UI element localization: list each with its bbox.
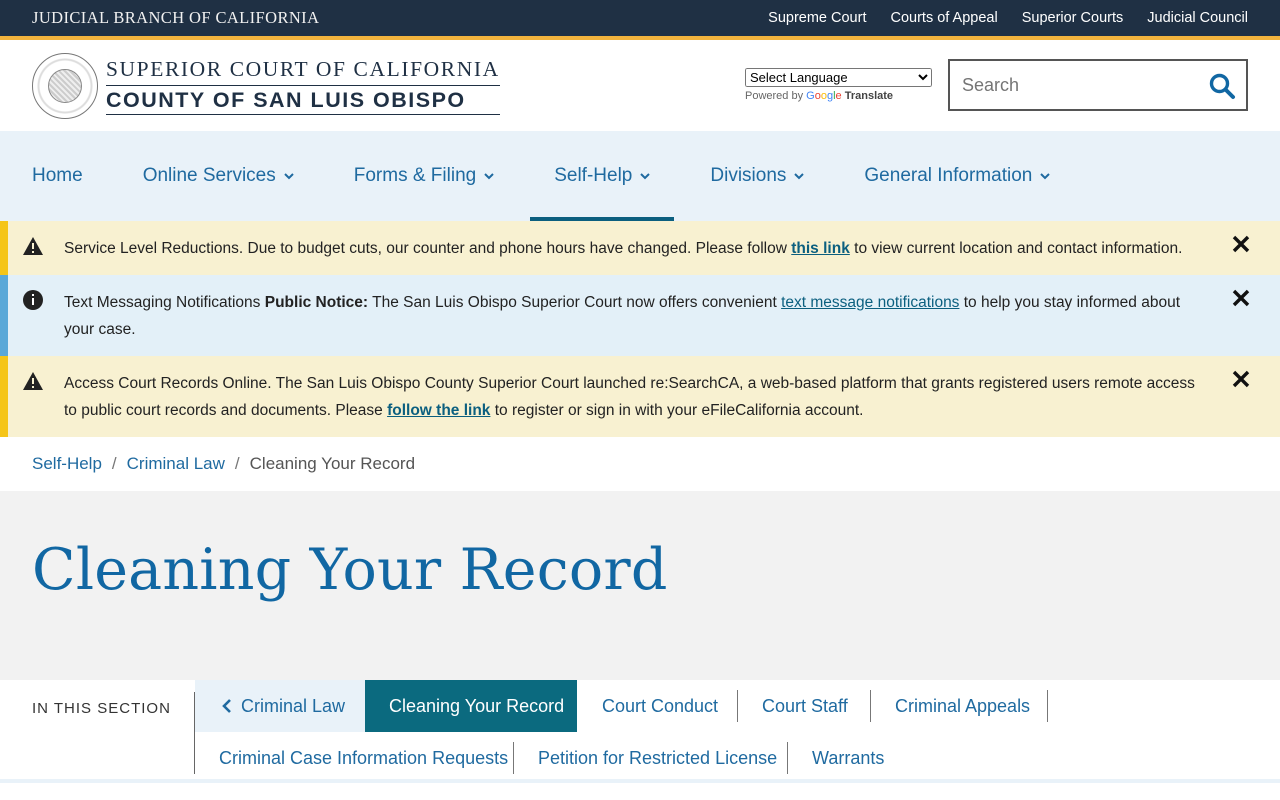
- info-icon: [23, 290, 43, 310]
- alert-this-link[interactable]: this link: [791, 240, 850, 257]
- tab-label: Warrants: [812, 747, 885, 768]
- nav-divisions[interactable]: Divisions: [686, 131, 828, 221]
- tab-label: Cleaning Your Record: [389, 695, 565, 716]
- link-judicial-council[interactable]: Judicial Council: [1147, 10, 1248, 26]
- nav-general-information[interactable]: General Information: [840, 131, 1074, 221]
- google-logo: Google: [806, 90, 842, 102]
- nav-forms-filing-label: Forms & Filing: [353, 165, 477, 186]
- nav-online-services[interactable]: Online Services: [119, 131, 318, 221]
- nav-general-information-label: General Information: [864, 165, 1033, 186]
- language-select[interactable]: Select Language: [745, 68, 932, 87]
- tab-label: Court Conduct: [602, 695, 719, 716]
- link-superior-courts[interactable]: Superior Courts: [1022, 10, 1124, 26]
- chevron-down-icon: [1040, 173, 1051, 180]
- tab-label: Petition for Restricted License: [538, 747, 778, 768]
- close-icon[interactable]: [1230, 287, 1252, 309]
- alert-text-after: to view current location and contact inf…: [849, 240, 1183, 257]
- nav-self-help-label: Self-Help: [554, 165, 633, 186]
- tab-label: Criminal Appeals: [895, 695, 1031, 716]
- translate-link[interactable]: Translate: [845, 90, 893, 102]
- warning-icon: [23, 237, 43, 255]
- court-name-logo[interactable]: SUPERIOR COURT OF CALIFORNIA COUNTY OF S…: [106, 57, 500, 115]
- page-title-band: Cleaning Your Record: [0, 491, 1280, 680]
- section-nav-bottom-rule: [0, 779, 1280, 783]
- main-nav: Home Online Services Forms & Filing Self…: [0, 131, 1280, 221]
- breadcrumb-separator: /: [234, 454, 240, 473]
- alert-text-message-link[interactable]: text message notifications: [781, 294, 959, 311]
- nav-home-label: Home: [32, 165, 83, 186]
- powered-by-google: Powered by Google Translate: [745, 90, 932, 102]
- tab-back-criminal-law[interactable]: Criminal Law: [195, 680, 365, 732]
- page-title: Cleaning Your Record: [32, 537, 668, 603]
- site-search: [948, 59, 1248, 111]
- chevron-down-icon: [794, 173, 805, 180]
- tab-petition-for-restricted-license[interactable]: Petition for Restricted License: [514, 732, 788, 784]
- section-nav-label: IN THIS SECTION: [32, 700, 171, 717]
- warning-icon: [23, 372, 43, 390]
- google-translate: Select Language Powered by Google Transl…: [745, 68, 932, 102]
- alert-follow-link[interactable]: follow the link: [387, 402, 490, 419]
- tab-label: Court Staff: [762, 695, 848, 716]
- breadcrumb-current: Cleaning Your Record: [249, 454, 416, 473]
- tab-criminal-case-information-requests[interactable]: Criminal Case Information Requests: [195, 732, 514, 784]
- close-icon[interactable]: [1230, 368, 1252, 390]
- alert-service-level-reductions: Service Level Reductions. Due to budget …: [0, 221, 1280, 275]
- site-header: SUPERIOR COURT OF CALIFORNIA COUNTY OF S…: [0, 40, 1280, 131]
- breadcrumb-separator: /: [111, 454, 117, 473]
- search-input[interactable]: [962, 74, 1202, 96]
- chevron-down-icon: [284, 173, 294, 180]
- tab-court-staff[interactable]: Court Staff: [738, 680, 871, 732]
- judicial-branch-title: JUDICIAL BRANCH OF CALIFORNIA: [32, 8, 320, 27]
- tab-cleaning-your-record[interactable]: Cleaning Your Record: [365, 680, 577, 732]
- nav-self-help[interactable]: Self-Help: [530, 131, 675, 221]
- court-name-line1: SUPERIOR COURT OF CALIFORNIA: [106, 57, 500, 86]
- alert-text: Service Level Reductions. Due to budget …: [64, 240, 792, 257]
- search-icon[interactable]: [1208, 72, 1236, 100]
- court-name-line2: COUNTY OF SAN LUIS OBISPO: [106, 86, 500, 115]
- tab-court-conduct[interactable]: Court Conduct: [578, 680, 738, 732]
- breadcrumb-criminal-law[interactable]: Criminal Law: [127, 454, 225, 474]
- breadcrumb: Self-Help / Criminal Law / Cleaning Your…: [0, 437, 1280, 491]
- chevron-left-icon: [222, 699, 231, 713]
- tab-warrants[interactable]: Warrants: [788, 732, 918, 784]
- close-icon[interactable]: [1230, 233, 1252, 255]
- judicial-branch-bar: JUDICIAL BRANCH OF CALIFORNIA Supreme Co…: [0, 0, 1280, 36]
- link-supreme-court[interactable]: Supreme Court: [768, 10, 866, 26]
- nav-divisions-label: Divisions: [710, 165, 787, 186]
- chevron-down-icon: [484, 173, 494, 180]
- alert-text-after: to register or sign in with your eFileCa…: [490, 402, 864, 419]
- tab-label: Criminal Case Information Requests: [219, 747, 509, 768]
- alert-public-notice: Public Notice:: [264, 294, 369, 311]
- alert-access-court-records: Access Court Records Online. The San Lui…: [0, 356, 1280, 437]
- breadcrumb-self-help[interactable]: Self-Help: [32, 454, 102, 474]
- section-nav: IN THIS SECTION Criminal Law Cleaning Yo…: [0, 680, 1280, 783]
- tab-back-label: Criminal Law: [241, 695, 346, 716]
- alert-text: The San Luis Obispo Superior Court now o…: [368, 294, 782, 311]
- judicial-links: Supreme Court Courts of Appeal Superior …: [768, 10, 1248, 26]
- powered-by-text: Powered by: [745, 90, 804, 102]
- nav-online-services-label: Online Services: [142, 165, 276, 186]
- chevron-down-icon: [640, 173, 651, 180]
- alert-title: Text Messaging Notifications: [64, 294, 265, 311]
- alert-text-messaging: Text Messaging Notifications Public Noti…: [0, 275, 1280, 356]
- tab-criminal-appeals[interactable]: Criminal Appeals: [871, 680, 1048, 732]
- court-seal-logo[interactable]: [32, 52, 98, 119]
- link-courts-of-appeal[interactable]: Courts of Appeal: [890, 10, 997, 26]
- nav-home[interactable]: Home: [8, 131, 107, 221]
- nav-forms-filing[interactable]: Forms & Filing: [330, 131, 518, 221]
